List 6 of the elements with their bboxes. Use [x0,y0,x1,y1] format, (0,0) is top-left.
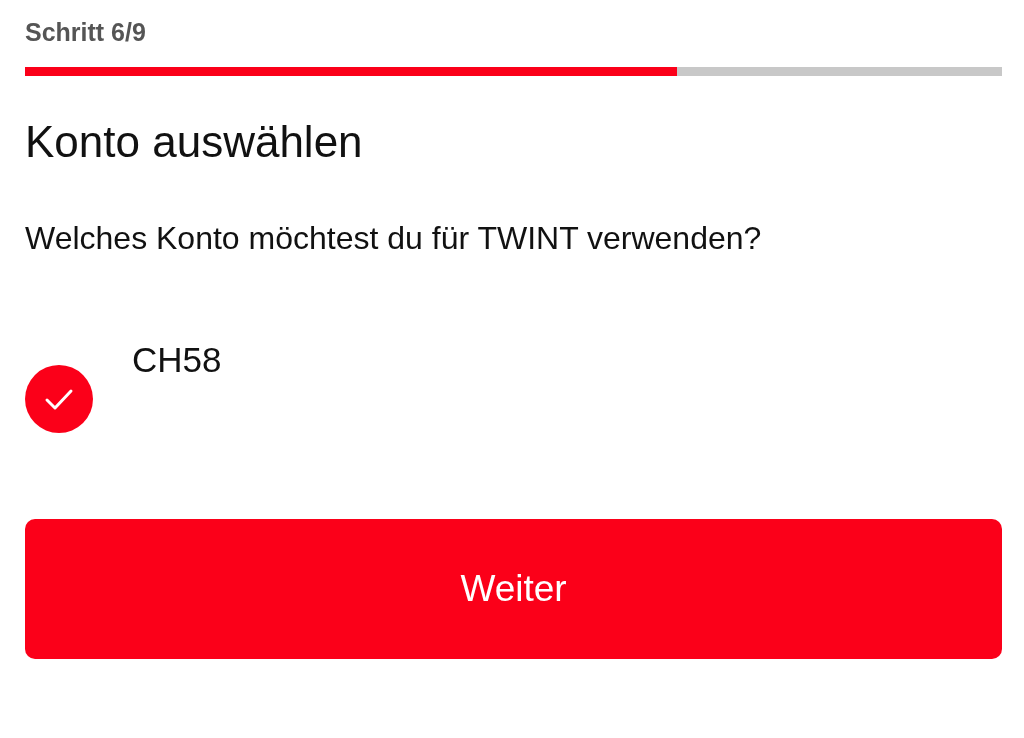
account-label[interactable]: CH58 [132,339,222,382]
check-icon[interactable] [25,365,93,434]
step-label: Schritt 6/9 [25,18,147,48]
question-text: Welches Konto möchtest du für TWINT verwenden? [25,218,763,258]
continue-button[interactable]: Weiter [25,519,1002,660]
page-title: Konto auswählen [25,116,364,168]
